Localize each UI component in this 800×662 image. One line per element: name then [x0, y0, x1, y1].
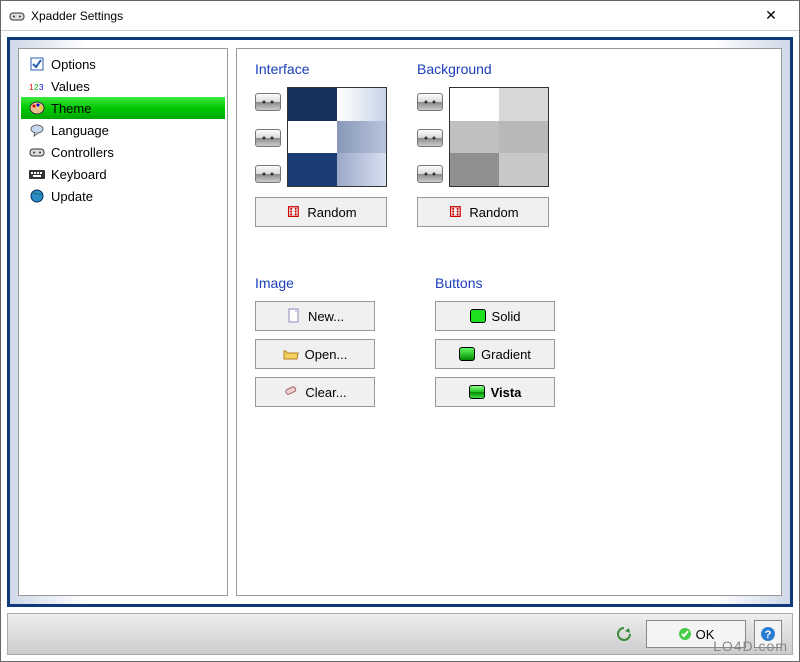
interface-swatch: [287, 87, 387, 187]
swatch-cell: [450, 121, 499, 154]
background-color-picker-1[interactable]: [417, 93, 443, 111]
dice-icon: ⚅: [285, 204, 301, 220]
swatch-cell: [288, 121, 337, 154]
interface-title: Interface: [255, 61, 387, 77]
help-icon: ?: [760, 626, 776, 642]
sidebar-item-label: Update: [51, 189, 93, 204]
image-section: Image New... Open... Clear...: [255, 275, 375, 415]
image-clear-button[interactable]: Clear...: [255, 377, 375, 407]
button-label: New...: [308, 309, 344, 324]
speech-icon: [29, 122, 45, 138]
background-color-picker-3[interactable]: [417, 165, 443, 183]
background-color-picker-2[interactable]: [417, 129, 443, 147]
buttons-section: Buttons Solid Gradient Vista: [435, 275, 555, 415]
swatch-cell: [499, 121, 548, 154]
sidebar: Options 123 Values Theme Language Contro…: [18, 48, 228, 596]
swatch-cell: [288, 153, 337, 186]
sidebar-item-label: Keyboard: [51, 167, 107, 182]
button-label: Solid: [492, 309, 521, 324]
sidebar-item-theme[interactable]: Theme: [21, 97, 225, 119]
dice-icon: ⚅: [447, 204, 463, 220]
sidebar-item-language[interactable]: Language: [21, 119, 225, 141]
settings-window: Xpadder Settings ✕ Options 123 Values Th…: [0, 0, 800, 662]
app-icon: [9, 8, 25, 24]
button-label: Vista: [491, 385, 522, 400]
image-open-button[interactable]: Open...: [255, 339, 375, 369]
background-random-button[interactable]: ⚅ Random: [417, 197, 549, 227]
footer-bar: OK ?: [7, 613, 793, 655]
swatch-cell: [450, 88, 499, 121]
checkbox-icon: [29, 56, 45, 72]
background-swatch: [449, 87, 549, 187]
solid-style-icon: [470, 309, 486, 323]
content-area: Options 123 Values Theme Language Contro…: [1, 31, 799, 661]
main-panel: Options 123 Values Theme Language Contro…: [7, 37, 793, 607]
button-label: Gradient: [481, 347, 531, 362]
background-section: Background: [417, 61, 549, 235]
interface-random-button[interactable]: ⚅ Random: [255, 197, 387, 227]
background-title: Background: [417, 61, 549, 77]
button-label: Clear...: [305, 385, 346, 400]
sidebar-item-options[interactable]: Options: [21, 53, 225, 75]
ok-button[interactable]: OK: [646, 620, 746, 648]
swatch-cell: [450, 153, 499, 186]
palette-icon: [29, 100, 45, 116]
button-label: OK: [696, 627, 715, 642]
sidebar-item-label: Options: [51, 57, 96, 72]
swatch-cell: [337, 153, 386, 186]
sidebar-item-label: Theme: [51, 101, 91, 116]
swatch-cell: [499, 153, 548, 186]
sidebar-item-values[interactable]: 123 Values: [21, 75, 225, 97]
window-title: Xpadder Settings: [31, 9, 751, 23]
image-title: Image: [255, 275, 375, 291]
keyboard-icon: [29, 166, 45, 182]
swatch-cell: [337, 88, 386, 121]
button-label: Random: [469, 205, 518, 220]
theme-panel: Interface: [236, 48, 782, 596]
sidebar-item-controllers[interactable]: Controllers: [21, 141, 225, 163]
sidebar-item-label: Values: [51, 79, 90, 94]
svg-text:?: ?: [765, 629, 772, 641]
interface-color-picker-2[interactable]: [255, 129, 281, 147]
gamepad-icon: [29, 144, 45, 160]
interface-color-picker-1[interactable]: [255, 93, 281, 111]
button-label: Random: [307, 205, 356, 220]
sidebar-item-keyboard[interactable]: Keyboard: [21, 163, 225, 185]
check-icon: [678, 627, 692, 641]
sidebar-item-label: Language: [51, 123, 109, 138]
reload-button[interactable]: [610, 620, 638, 648]
folder-open-icon: [283, 346, 299, 362]
svg-text:3: 3: [39, 83, 44, 92]
vista-style-icon: [469, 385, 485, 399]
swatch-cell: [499, 88, 548, 121]
buttons-gradient-button[interactable]: Gradient: [435, 339, 555, 369]
gradient-style-icon: [459, 347, 475, 361]
image-new-button[interactable]: New...: [255, 301, 375, 331]
buttons-title: Buttons: [435, 275, 555, 291]
button-label: Open...: [305, 347, 348, 362]
interface-color-picker-3[interactable]: [255, 165, 281, 183]
sidebar-item-update[interactable]: Update: [21, 185, 225, 207]
buttons-solid-button[interactable]: Solid: [435, 301, 555, 331]
help-button[interactable]: ?: [754, 620, 782, 648]
swatch-cell: [337, 121, 386, 154]
close-button[interactable]: ✕: [751, 2, 791, 30]
globe-icon: [29, 188, 45, 204]
buttons-vista-button[interactable]: Vista: [435, 377, 555, 407]
interface-section: Interface: [255, 61, 387, 235]
file-new-icon: [286, 308, 302, 324]
eraser-icon: [283, 384, 299, 400]
digits-icon: 123: [29, 78, 45, 94]
titlebar: Xpadder Settings ✕: [1, 1, 799, 31]
sidebar-item-label: Controllers: [51, 145, 114, 160]
swatch-cell: [288, 88, 337, 121]
